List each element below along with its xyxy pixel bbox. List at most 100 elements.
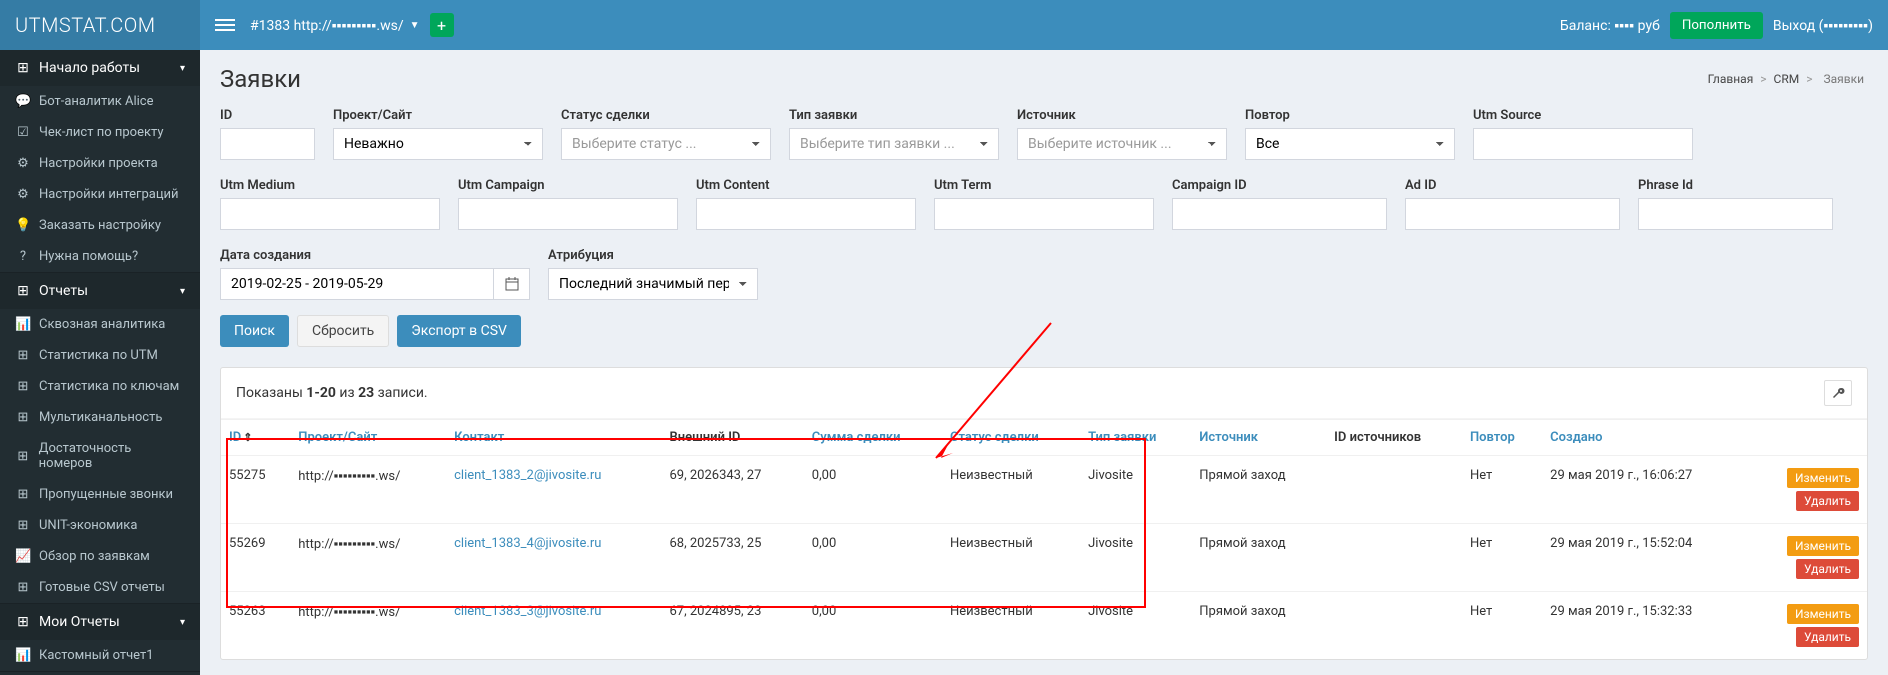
col-contact[interactable]: Контакт	[454, 430, 504, 445]
utm-campaign-input[interactable]	[458, 198, 678, 230]
project-select[interactable]: Неважно	[333, 128, 543, 160]
sidebar-item-icon: ?	[15, 249, 31, 264]
reset-button[interactable]: Сбросить	[297, 315, 389, 347]
id-input[interactable]	[220, 128, 315, 160]
cell-amount: 0,00	[804, 456, 942, 524]
campaign-id-input[interactable]	[1172, 198, 1387, 230]
col-source[interactable]: Источник	[1199, 430, 1258, 445]
calendar-icon[interactable]	[494, 268, 530, 300]
col-id[interactable]: ID	[229, 430, 241, 445]
breadcrumb-crm[interactable]: CRM	[1774, 72, 1800, 86]
sidebar-section-start[interactable]: ⊞ Начало работы ▾	[0, 50, 200, 86]
sidebar-item[interactable]: ⊞Мультиканальность	[0, 402, 200, 433]
grid-icon: ⊞	[15, 60, 31, 76]
cell-status: Неизвестный	[942, 592, 1080, 660]
sidebar-item[interactable]: ⊞Статистика по UTM	[0, 340, 200, 371]
sidebar-item[interactable]: 📈Обзор по заявкам	[0, 541, 200, 572]
sidebar-item[interactable]: ⚙Настройки интеграций	[0, 179, 200, 210]
sidebar-item[interactable]: ⊞UNIT-экономика	[0, 510, 200, 541]
edit-button[interactable]: Изменить	[1787, 604, 1859, 624]
filter-label-utm-medium: Utm Medium	[220, 178, 440, 193]
chevron-down-icon: ▼	[410, 20, 420, 31]
utm-medium-input[interactable]	[220, 198, 440, 230]
delete-button[interactable]: Удалить	[1796, 627, 1859, 647]
search-button[interactable]: Поиск	[220, 315, 289, 347]
sidebar-item-icon: ⊞	[15, 410, 31, 425]
sidebar-item-icon: ⊞	[15, 449, 31, 464]
sidebar-section-myreports[interactable]: ⊞ Мои Отчеты ▾	[0, 604, 200, 640]
edit-button[interactable]: Изменить	[1787, 536, 1859, 556]
ad-id-input[interactable]	[1405, 198, 1620, 230]
sidebar-item[interactable]: 📊Кастомный отчет1	[0, 640, 200, 671]
utm-source-input[interactable]	[1473, 128, 1693, 160]
sidebar-item[interactable]: 💬Бот-аналитик Alice	[0, 86, 200, 117]
filter-label-date: Дата создания	[220, 248, 530, 263]
filter-label-project: Проект/Сайт	[333, 108, 543, 123]
cell-contact[interactable]: client_1383_3@jivosite.ru	[454, 604, 601, 619]
sidebar-item[interactable]: ?Нужна помощь?	[0, 241, 200, 272]
sidebar: ⊞ Начало работы ▾ 💬Бот-аналитик Alice☑Че…	[0, 50, 200, 675]
sidebar-item-label: Пропущенные звонки	[39, 487, 173, 502]
delete-button[interactable]: Удалить	[1796, 559, 1859, 579]
export-csv-button[interactable]: Экспорт в CSV	[397, 315, 521, 347]
utm-term-input[interactable]	[934, 198, 1154, 230]
site-badge[interactable]: #1383 http://▪▪▪▪▪▪▪▪▪.ws/ ▼	[250, 17, 420, 34]
page-title: Заявки	[220, 65, 301, 93]
delete-button[interactable]: Удалить	[1796, 491, 1859, 511]
date-input[interactable]	[220, 268, 494, 300]
table-row: 55275http://▪▪▪▪▪▪▪▪▪.ws/client_1383_2@j…	[221, 456, 1867, 524]
panel-settings-button[interactable]	[1824, 380, 1852, 406]
sidebar-item-icon: ☑	[15, 125, 31, 140]
cell-external: 68, 2025733, 25	[661, 524, 803, 592]
filter-label-ad-id: Ad ID	[1405, 178, 1620, 193]
cell-repeat: Нет	[1462, 524, 1542, 592]
edit-button[interactable]: Изменить	[1787, 468, 1859, 488]
add-site-button[interactable]: +	[430, 13, 454, 37]
repeat-select[interactable]: Все	[1245, 128, 1455, 160]
col-type[interactable]: Тип заявки	[1088, 430, 1156, 445]
breadcrumb: Главная > CRM > Заявки	[1708, 72, 1868, 86]
sidebar-item-label: Достаточность номеров	[39, 441, 185, 471]
sidebar-item[interactable]: 📊Сквозная аналитика	[0, 309, 200, 340]
col-amount[interactable]: Сумма сделки	[812, 430, 901, 445]
sidebar-item[interactable]: ⊞Пропущенные звонки	[0, 479, 200, 510]
sidebar-item[interactable]: ⊞Готовые CSV отчеты	[0, 572, 200, 603]
cell-external: 69, 2026343, 27	[661, 456, 803, 524]
chevron-down-icon: ▾	[180, 286, 185, 297]
cell-contact[interactable]: client_1383_2@jivosite.ru	[454, 468, 601, 483]
utm-content-input[interactable]	[696, 198, 916, 230]
col-project[interactable]: Проект/Сайт	[298, 430, 377, 445]
sidebar-item[interactable]: ☑Чек-лист по проекту	[0, 117, 200, 148]
status-select[interactable]: Выберите статус ...	[561, 128, 771, 160]
sidebar-item-label: Настройки интеграций	[39, 187, 179, 202]
logo[interactable]: UTMSTAT.COM	[0, 0, 200, 50]
sidebar-item-icon: 💬	[15, 94, 31, 109]
col-created[interactable]: Создано	[1550, 430, 1602, 445]
sidebar-item-icon: ⊞	[15, 348, 31, 363]
filter-label-source: Источник	[1017, 108, 1227, 123]
sidebar-item[interactable]: ⊞ Достаточность номеров	[0, 433, 200, 479]
results-summary: Показаны 1-20 из 23 записи.	[236, 385, 428, 401]
site-name: #1383 http://▪▪▪▪▪▪▪▪▪.ws/	[250, 17, 404, 34]
menu-toggle-icon[interactable]	[215, 16, 235, 34]
results-table: ID⇕ Проект/Сайт Контакт Внешний ID Сумма…	[221, 419, 1867, 659]
attribution-select[interactable]: Последний значимый переход	[548, 268, 758, 300]
sidebar-item[interactable]: 💡Заказать настройку	[0, 210, 200, 241]
logout-link[interactable]: Выход (▪▪▪▪▪▪▪▪▪)	[1773, 17, 1873, 34]
col-status[interactable]: Статус сделки	[950, 430, 1039, 445]
sidebar-item-icon: 💡	[15, 218, 31, 233]
cell-created: 29 мая 2019 г., 15:32:33	[1542, 592, 1751, 660]
type-select[interactable]: Выберите тип заявки ...	[789, 128, 999, 160]
cell-source: Прямой заход	[1191, 592, 1326, 660]
sidebar-section-label: Мои Отчеты	[39, 614, 120, 630]
cell-contact[interactable]: client_1383_4@jivosite.ru	[454, 536, 601, 551]
breadcrumb-main[interactable]: Главная	[1708, 72, 1754, 86]
cell-external: 67, 2024895, 23	[661, 592, 803, 660]
sidebar-item[interactable]: ⊞Статистика по ключам	[0, 371, 200, 402]
sidebar-item[interactable]: ⚙Настройки проекта	[0, 148, 200, 179]
source-select[interactable]: Выберите источник ...	[1017, 128, 1227, 160]
col-repeat[interactable]: Повтор	[1470, 430, 1515, 445]
sidebar-section-reports[interactable]: ⊞ Отчеты ▾	[0, 273, 200, 309]
refill-button[interactable]: Пополнить	[1670, 12, 1763, 39]
phrase-id-input[interactable]	[1638, 198, 1833, 230]
